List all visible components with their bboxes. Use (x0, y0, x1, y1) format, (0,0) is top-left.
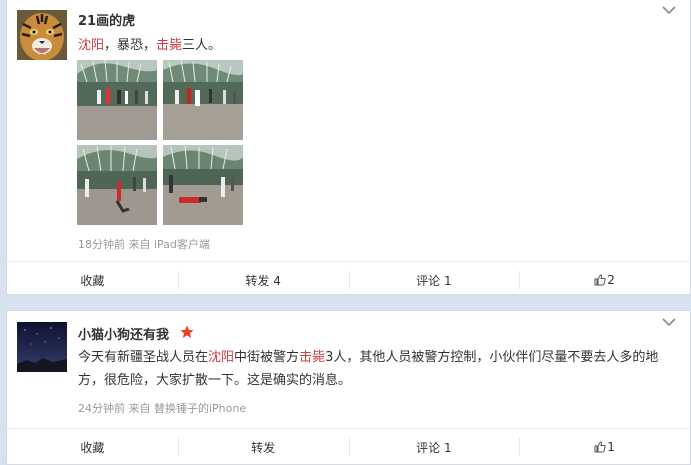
keyword-link-shenyang[interactable]: 沈阳 (78, 38, 104, 53)
avatar-night-sky[interactable] (17, 322, 67, 372)
comment-button[interactable]: 评论 1 (348, 429, 520, 465)
keyword-link-shenyang[interactable]: 沈阳 (208, 350, 234, 365)
thumbs-up-icon (594, 274, 606, 286)
post-text: 沈阳，暴恐，击毙三人。 (78, 34, 678, 57)
action-bar: 收藏 转发 评论 1 1 (7, 428, 690, 465)
text-segment: 今天有新疆圣战人员在 (78, 350, 209, 365)
post-meta: 24分钟前 来自 替换锤子的iPhone (78, 402, 247, 415)
username[interactable]: 21画的虎 (78, 10, 135, 29)
like-button[interactable]: 2 (519, 262, 690, 298)
post-image-2[interactable] (163, 60, 243, 140)
chevron-down-icon[interactable] (662, 317, 676, 327)
keyword-link-jibi[interactable]: 击毙 (156, 38, 182, 53)
text-segment: 三人。 (182, 38, 222, 53)
like-count: 2 (607, 273, 615, 287)
avatar-tiger[interactable] (17, 10, 67, 60)
text-segment: 中街被警方 (234, 350, 300, 365)
favorite-button[interactable]: 收藏 (7, 429, 178, 465)
text-segment: ，暴恐， (104, 38, 157, 53)
favorite-button[interactable]: 收藏 (7, 262, 178, 298)
star-icon[interactable] (180, 325, 194, 339)
action-bar: 收藏 转发 4 评论 1 2 (7, 261, 690, 298)
feed-card-2: 小猫小狗还有我 今天有新疆圣战人员在沈阳中街被警方击毙3人，其他人员被警方控制，… (6, 310, 691, 465)
post-text: 今天有新疆圣战人员在沈阳中街被警方击毙3人，其他人员被警方控制，小伙伴们尽量不要… (78, 346, 678, 392)
repost-button[interactable]: 转发 (177, 429, 349, 465)
post-image-3[interactable] (77, 145, 157, 225)
thumbs-up-icon (594, 441, 606, 453)
feed-card-1: 21画的虎 沈阳，暴恐，击毙三人。 18分钟前 来自 iPad客户端 收藏 转发… (6, 0, 691, 295)
post-image-4[interactable] (163, 145, 243, 225)
post-meta: 18分钟前 来自 iPad客户端 (78, 238, 210, 251)
repost-button[interactable]: 转发 4 (177, 262, 349, 298)
keyword-link-jibi[interactable]: 击毙 (299, 350, 325, 365)
username[interactable]: 小猫小狗还有我 (78, 324, 169, 343)
chevron-down-icon[interactable] (662, 5, 676, 15)
like-count: 1 (607, 440, 615, 454)
post-image-1[interactable] (77, 60, 157, 140)
comment-button[interactable]: 评论 1 (348, 262, 520, 298)
like-button[interactable]: 1 (519, 429, 690, 465)
